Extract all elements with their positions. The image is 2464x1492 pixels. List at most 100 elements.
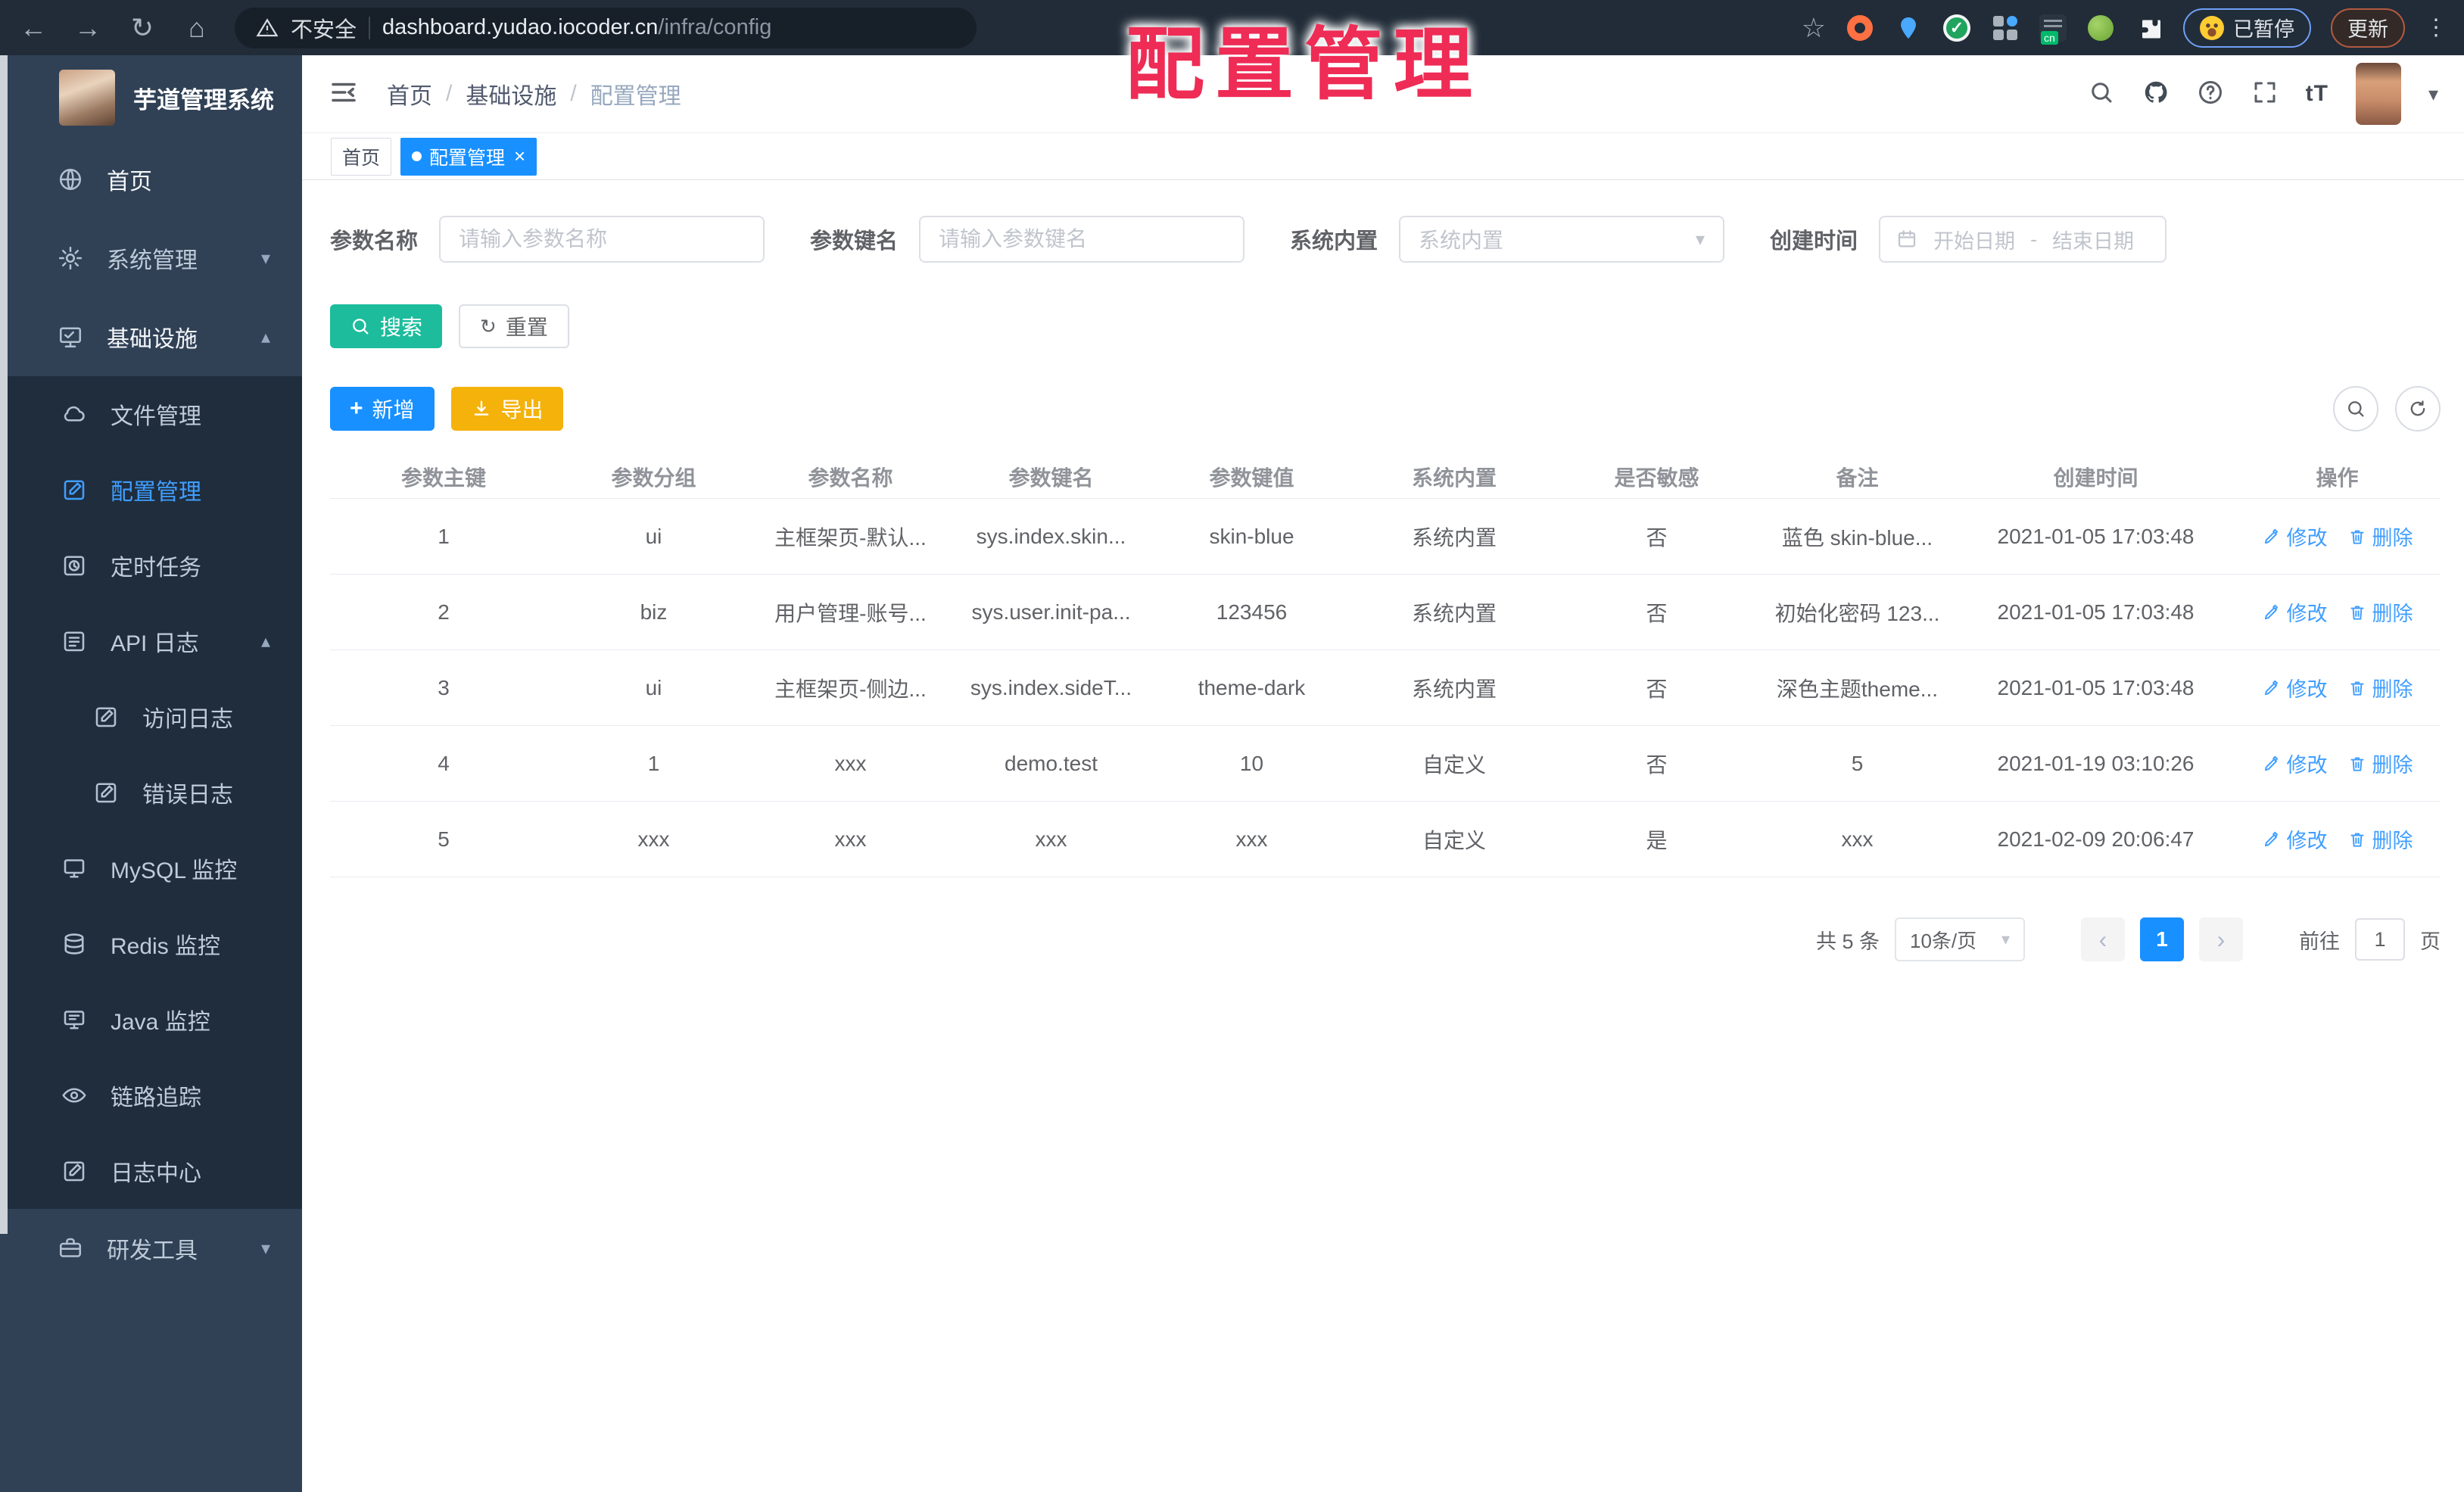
cell-remark: 5 — [1851, 751, 1864, 775]
fullscreen-icon[interactable] — [2251, 79, 2279, 110]
bookmark-star-icon[interactable]: ☆ — [1802, 12, 1826, 44]
delete-link[interactable]: 删除 — [2347, 673, 2413, 702]
toggle-search-button[interactable] — [2333, 386, 2378, 431]
paused-extension-emoji-icon — [2200, 15, 2224, 40]
trash-icon — [2350, 529, 2364, 544]
sidebar-item-label: 首页 — [107, 170, 152, 195]
sidebar-toggle-icon[interactable] — [328, 76, 360, 112]
edit-link[interactable]: 修改 — [2262, 673, 2328, 702]
trash-icon — [2350, 605, 2364, 620]
gear-icon — [57, 245, 84, 272]
current-page-button[interactable]: 1 — [2140, 917, 2184, 961]
breadcrumb-home[interactable]: 首页 — [387, 77, 432, 111]
tab-home[interactable]: 首页 — [331, 137, 392, 176]
builtin-label: 系统内置 — [1290, 229, 1378, 254]
url-text: dashboard.yudao.iocoder.cn/infra/config — [382, 15, 771, 40]
page-size-select[interactable]: 10条/页 ▾ — [1895, 917, 2025, 961]
edit-link[interactable]: 修改 — [2262, 824, 2328, 854]
font-size-icon[interactable]: tT — [2306, 81, 2328, 107]
param-key-label: 参数键名 — [810, 229, 899, 254]
delete-label: 删除 — [2372, 830, 2413, 852]
col-header: 是否敏感 — [1614, 466, 1699, 490]
paused-extension-badge[interactable]: 已暂停 — [2183, 8, 2311, 48]
browser-menu-icon[interactable]: ⋮ — [2425, 14, 2447, 41]
sidebar-item-home[interactable]: 首页 — [0, 140, 302, 219]
sidebar-item-mysql[interactable]: MySQL 监控 — [0, 830, 302, 906]
cell-created: 2021-01-05 17:03:48 — [1997, 524, 2195, 548]
paused-label: 已暂停 — [2233, 18, 2294, 41]
browser-update-button[interactable]: 更新 — [2331, 8, 2405, 48]
browser-forward-button[interactable]: → — [71, 0, 104, 55]
sidebar-item-trace[interactable]: 链路追踪 — [0, 1057, 302, 1133]
navbar-actions: tT ▾ — [2088, 63, 2438, 125]
export-button[interactable]: 导出 — [450, 387, 563, 431]
delete-link[interactable]: 删除 — [2347, 824, 2413, 854]
page-scrollbar[interactable] — [0, 55, 8, 1234]
col-header: 操作 — [2316, 466, 2359, 490]
delete-link[interactable]: 删除 — [2347, 597, 2413, 627]
extension-puzzle-icon[interactable] — [2135, 14, 2163, 42]
address-bar[interactable]: 不安全 dashboard.yudao.iocoder.cn/infra/con… — [235, 7, 977, 48]
browser-back-button[interactable]: ← — [17, 0, 50, 55]
browser-home-button[interactable]: ⌂ — [180, 0, 213, 55]
sidebar-item-java[interactable]: Java 监控 — [0, 982, 302, 1057]
breadcrumb-infra[interactable]: 基础设施 — [466, 77, 556, 111]
edit-link[interactable]: 修改 — [2262, 749, 2328, 778]
extension-donut-icon[interactable] — [1846, 14, 1874, 42]
sidebar-item-system[interactable]: 系统管理 ▾ — [0, 219, 302, 297]
close-icon[interactable]: × — [514, 145, 525, 168]
search-button[interactable]: 搜索 — [330, 304, 443, 348]
github-icon[interactable] — [2142, 79, 2170, 110]
next-page-button[interactable]: › — [2199, 917, 2243, 961]
tags-view-bar: 首页 配置管理 × — [302, 133, 2464, 180]
log-pen-icon — [61, 628, 88, 655]
avatar[interactable] — [2355, 63, 2401, 125]
search-icon[interactable] — [2088, 79, 2115, 110]
date-range-picker[interactable]: 开始日期 - 结束日期 — [1879, 216, 2167, 263]
sidebar-item-config[interactable]: 配置管理 — [0, 452, 302, 528]
table-header-row: 参数主键 参数分组 参数名称 参数键名 参数键值 系统内置 是否敏感 备注 创建… — [330, 455, 2441, 499]
sidebar-item-error-log[interactable]: 错误日志 — [0, 755, 302, 830]
param-key-input[interactable] — [919, 216, 1245, 263]
help-icon[interactable] — [2197, 79, 2224, 110]
sidebar-item-label: 基础设施 — [107, 327, 198, 352]
sidebar-item-access-log[interactable]: 访问日志 — [0, 679, 302, 755]
edit-link[interactable]: 修改 — [2262, 597, 2328, 627]
sidebar-item-job[interactable]: 定时任务 — [0, 528, 302, 603]
breadcrumb-separator: / — [570, 81, 577, 106]
tab-config[interactable]: 配置管理 × — [400, 137, 537, 176]
edit-link[interactable]: 修改 — [2262, 522, 2328, 551]
extension-cn-icon[interactable]: cn — [2039, 14, 2067, 45]
pencil-icon — [2264, 528, 2278, 544]
sidebar-item-label: API 日志 — [111, 631, 199, 656]
param-name-input[interactable] — [439, 216, 765, 263]
goto-page-input[interactable] — [2355, 918, 2405, 961]
browser-reload-button[interactable]: ↻ — [126, 0, 159, 55]
delete-link[interactable]: 删除 — [2347, 522, 2413, 551]
reset-button[interactable]: ↻ 重置 — [459, 304, 569, 348]
delete-link[interactable]: 删除 — [2347, 749, 2413, 778]
sidebar-item-infra[interactable]: 基础设施 ▴ — [0, 297, 302, 376]
extension-grid-icon[interactable] — [1991, 14, 2020, 42]
prev-page-button[interactable]: ‹ — [2081, 917, 2125, 961]
sidebar-item-dev-tools[interactable]: 研发工具 ▾ — [0, 1209, 302, 1288]
pagination: 共 5 条 10条/页 ▾ ‹ 1 › 前往 页 — [330, 917, 2441, 961]
add-button[interactable]: + 新增 — [330, 387, 435, 431]
avatar-caret-icon[interactable]: ▾ — [2428, 83, 2438, 106]
sidebar-item-redis[interactable]: Redis 监控 — [0, 906, 302, 982]
builtin-select[interactable]: 系统内置 ▾ — [1399, 216, 1725, 263]
sidebar-item-api-log[interactable]: API 日志 ▴ — [0, 603, 302, 679]
date-end-placeholder: 结束日期 — [2052, 229, 2135, 253]
sidebar-item-file[interactable]: 文件管理 — [0, 376, 302, 452]
sidebar-logo-row[interactable]: 芋道管理系统 — [0, 55, 302, 140]
extension-pin-icon[interactable] — [1894, 14, 1923, 42]
cell-id: 2 — [438, 600, 450, 624]
calendar-icon — [1898, 230, 1916, 248]
sidebar-item-label: MySQL 监控 — [111, 858, 238, 883]
cell-key: sys.user.init-pa... — [971, 600, 1131, 624]
refresh-table-button[interactable] — [2395, 386, 2441, 431]
extension-leaf-icon[interactable] — [2086, 14, 2115, 42]
sidebar-item-log-center[interactable]: 日志中心 — [0, 1133, 302, 1209]
cell-name: 主框架页-默认... — [774, 525, 927, 550]
extension-check-icon[interactable]: ✓ — [1942, 14, 1971, 42]
